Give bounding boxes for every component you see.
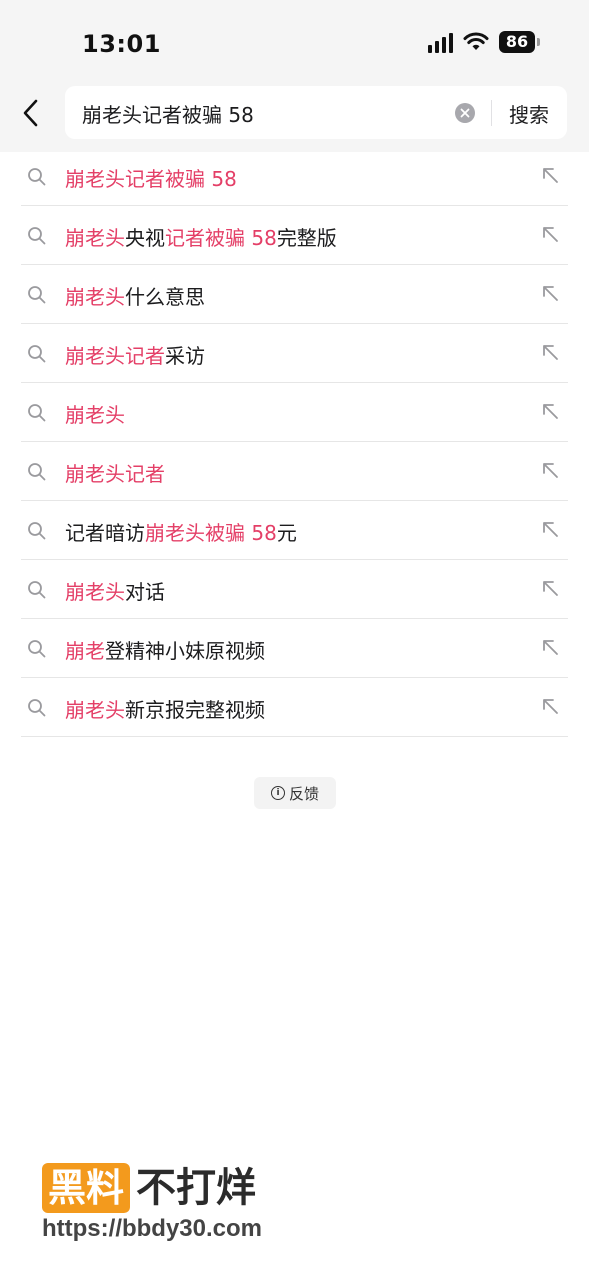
fill-arrow-icon[interactable] bbox=[540, 637, 562, 659]
suggestion-plain: 新京报完整视频 bbox=[125, 698, 265, 722]
suggestion-text[interactable]: 崩老头 bbox=[65, 399, 125, 428]
watermark-badge: 黑料 bbox=[42, 1163, 131, 1213]
suggestion-text[interactable]: 崩老登精神小妹原视频 bbox=[65, 635, 265, 664]
back-button[interactable] bbox=[14, 96, 48, 130]
info-icon: i bbox=[270, 786, 285, 800]
search-header: 崩老头记者被骗 58 搜索 bbox=[0, 86, 589, 152]
suggestion-text[interactable]: 崩老头记者被骗 58 bbox=[65, 163, 237, 192]
search-icon bbox=[28, 227, 46, 245]
suggestion-row[interactable]: 崩老头新京报完整视频 bbox=[21, 678, 568, 737]
suggestion-row[interactable]: 崩老头记者被骗 58 bbox=[21, 147, 568, 206]
suggestion-highlight: 崩老头 bbox=[65, 226, 125, 250]
fill-arrow-icon[interactable] bbox=[540, 696, 562, 718]
fill-arrow-icon[interactable] bbox=[540, 519, 562, 541]
search-query-text[interactable]: 崩老头记者被骗 58 bbox=[82, 99, 254, 128]
suggestion-row[interactable]: 崩老头什么意思 bbox=[21, 265, 568, 324]
search-icon bbox=[28, 463, 46, 481]
suggestion-text[interactable]: 崩老头对话 bbox=[65, 576, 165, 605]
search-icon bbox=[28, 404, 46, 422]
watermark-title: 不打烊 bbox=[136, 1165, 257, 1211]
search-icon bbox=[28, 699, 46, 717]
suggestion-row[interactable]: 崩老登精神小妹原视频 bbox=[21, 619, 568, 678]
suggestion-highlight: 崩老头记者 bbox=[65, 344, 165, 368]
suggestion-plain: 采访 bbox=[165, 344, 205, 368]
suggestion-highlight: 崩老 bbox=[65, 639, 105, 663]
suggestion-plain: 登精神小妹原视频 bbox=[105, 639, 265, 663]
battery-icon: 86 bbox=[499, 31, 540, 53]
suggestion-row[interactable]: 崩老头记者采访 bbox=[21, 324, 568, 383]
watermark-url: https://bbdy30.com bbox=[42, 1215, 263, 1242]
suggestion-highlight: 崩老头记者 bbox=[65, 462, 165, 486]
suggestion-highlight: 崩老头 bbox=[65, 403, 125, 427]
suggestion-highlight: 崩老头记者被骗 58 bbox=[65, 167, 237, 191]
fill-arrow-icon[interactable] bbox=[540, 283, 562, 305]
status-time: 13:01 bbox=[82, 30, 161, 58]
status-bar: 13:01 86 bbox=[0, 0, 589, 86]
clear-search-button[interactable] bbox=[455, 103, 475, 123]
cellular-signal-icon bbox=[428, 31, 453, 53]
suggestion-text[interactable]: 崩老头记者采访 bbox=[65, 340, 205, 369]
suggestion-plain: 央视 bbox=[125, 226, 165, 250]
search-icon bbox=[28, 522, 46, 540]
suggestion-text[interactable]: 崩老头央视记者被骗 58完整版 bbox=[65, 222, 337, 251]
search-icon bbox=[28, 168, 46, 186]
suggestion-text[interactable]: 崩老头什么意思 bbox=[65, 281, 205, 310]
suggestion-row[interactable]: 崩老头央视记者被骗 58完整版 bbox=[21, 206, 568, 265]
search-icon bbox=[28, 345, 46, 363]
chevron-left-icon bbox=[23, 99, 38, 127]
suggestion-highlight: 崩老头 bbox=[65, 580, 125, 604]
fill-arrow-icon[interactable] bbox=[540, 460, 562, 482]
suggestion-highlight: 崩老头被骗 58 bbox=[145, 521, 277, 545]
feedback-button[interactable]: i 反馈 bbox=[254, 777, 336, 809]
suggestion-plain: 对话 bbox=[125, 580, 165, 604]
watermark: 黑料 不打烊 https://bbdy30.com bbox=[42, 1163, 262, 1242]
fill-arrow-icon[interactable] bbox=[540, 401, 562, 423]
suggestion-row[interactable]: 记者暗访崩老头被骗 58元 bbox=[21, 501, 568, 560]
search-icon bbox=[28, 640, 46, 658]
search-icon bbox=[28, 286, 46, 304]
feedback-label: 反馈 bbox=[288, 784, 319, 803]
suggestion-plain: 记者暗访 bbox=[65, 521, 145, 545]
search-icon bbox=[28, 581, 46, 599]
search-divider bbox=[491, 100, 492, 126]
fill-arrow-icon[interactable] bbox=[540, 165, 562, 187]
suggestion-text[interactable]: 崩老头新京报完整视频 bbox=[65, 694, 265, 723]
search-input[interactable]: 崩老头记者被骗 58 搜索 bbox=[65, 86, 567, 139]
fill-arrow-icon[interactable] bbox=[540, 578, 562, 600]
suggestion-highlight: 崩老头 bbox=[65, 285, 125, 309]
suggestion-highlight: 记者被骗 58 bbox=[165, 226, 277, 250]
suggestion-row[interactable]: 崩老头对话 bbox=[21, 560, 568, 619]
suggestion-plain: 什么意思 bbox=[125, 285, 205, 309]
close-icon bbox=[460, 108, 470, 118]
suggestion-text[interactable]: 记者暗访崩老头被骗 58元 bbox=[65, 517, 297, 546]
status-icons: 86 bbox=[428, 31, 540, 53]
search-submit-button[interactable]: 搜索 bbox=[509, 99, 549, 128]
fill-arrow-icon[interactable] bbox=[540, 342, 562, 364]
suggestion-highlight: 崩老头 bbox=[65, 698, 125, 722]
suggestion-plain: 元 bbox=[276, 521, 297, 545]
suggestion-text[interactable]: 崩老头记者 bbox=[65, 458, 165, 487]
suggestion-plain: 完整版 bbox=[276, 226, 337, 250]
suggestion-list: 崩老头记者被骗 58 崩老头央视记者被骗 58完整版 崩老头什么意思 崩老头记者采访崩… bbox=[21, 147, 568, 737]
suggestion-row[interactable]: 崩老头记者 bbox=[21, 442, 568, 501]
fill-arrow-icon[interactable] bbox=[540, 224, 562, 246]
suggestion-row[interactable]: 崩老头 bbox=[21, 383, 568, 442]
wifi-icon bbox=[463, 32, 489, 50]
